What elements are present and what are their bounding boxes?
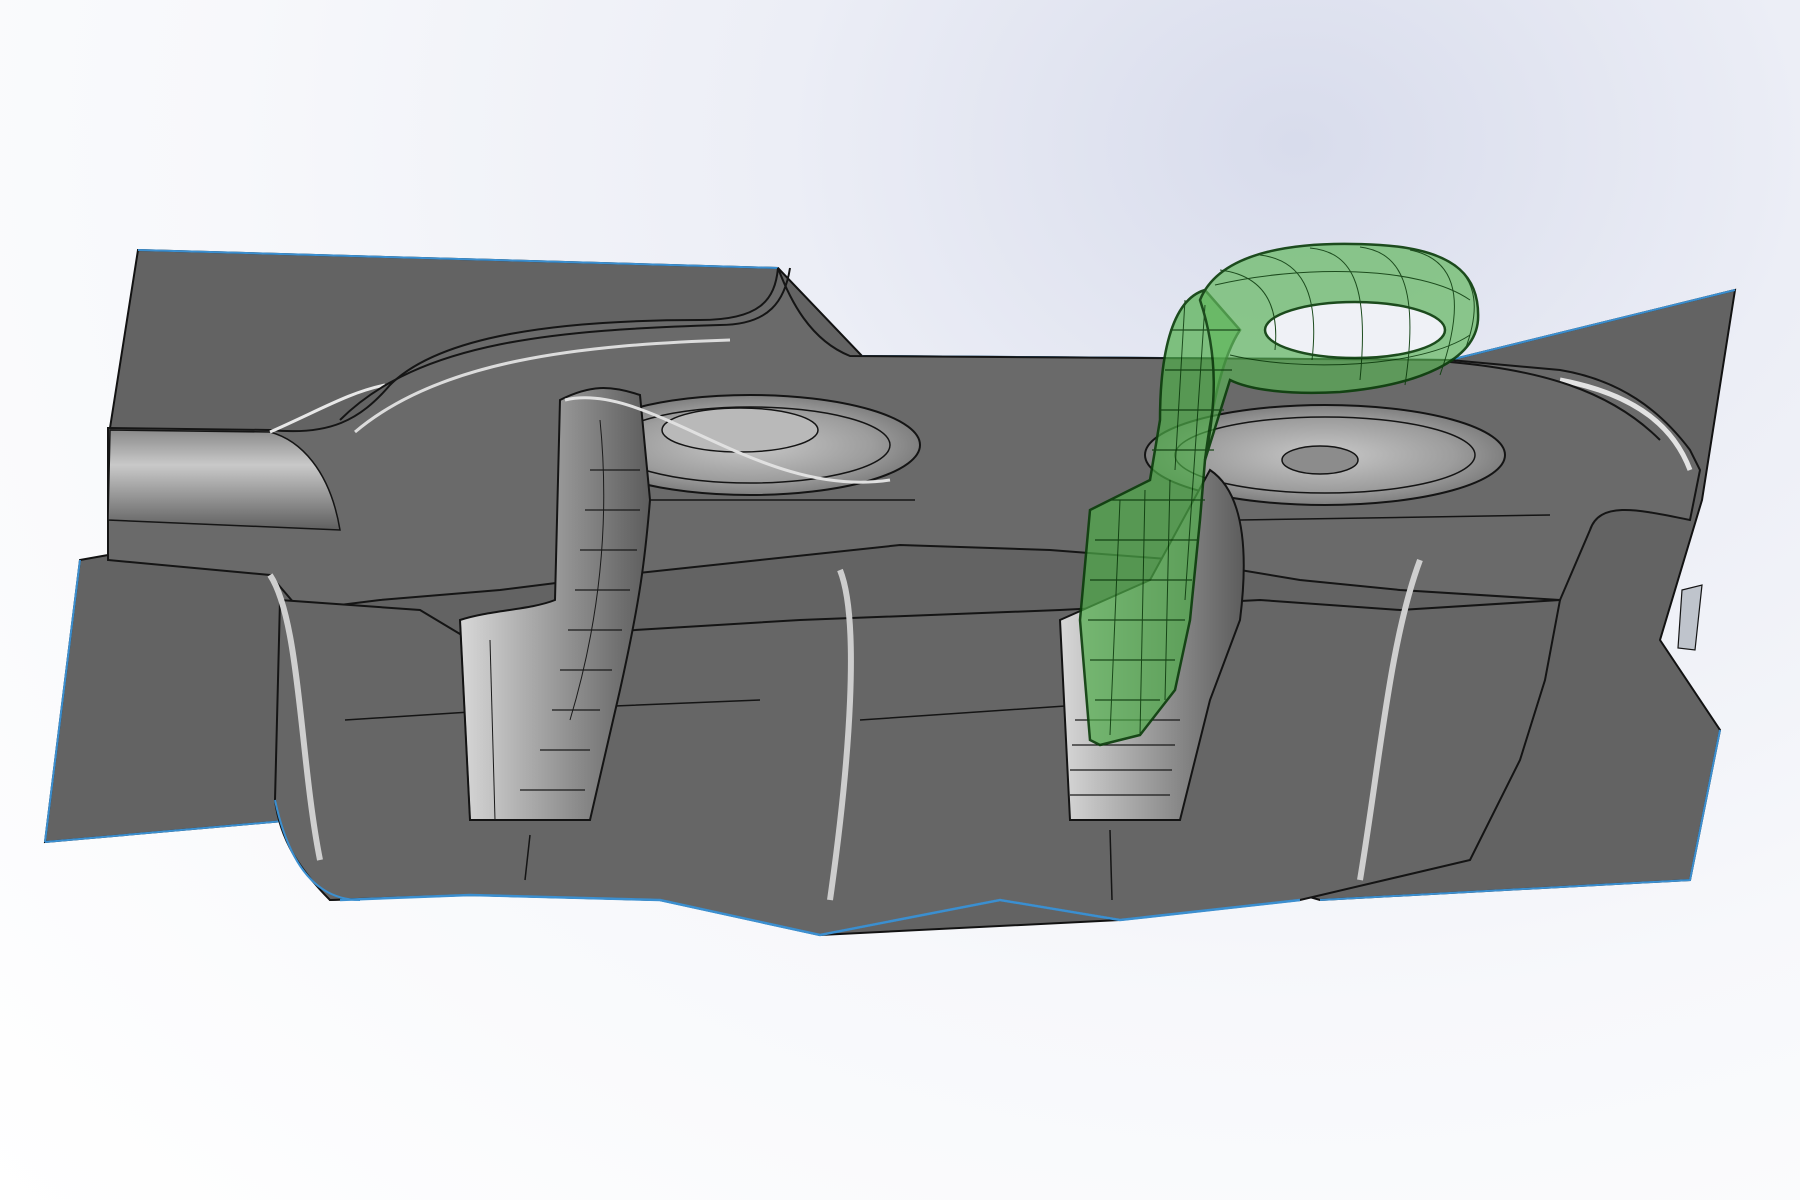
mold-right-edge-feature [1677,584,1703,651]
cad-3d-viewport[interactable] [0,0,1800,1200]
mold-model-canvas[interactable] [0,0,1800,1200]
part-loop-hole [1263,300,1447,360]
